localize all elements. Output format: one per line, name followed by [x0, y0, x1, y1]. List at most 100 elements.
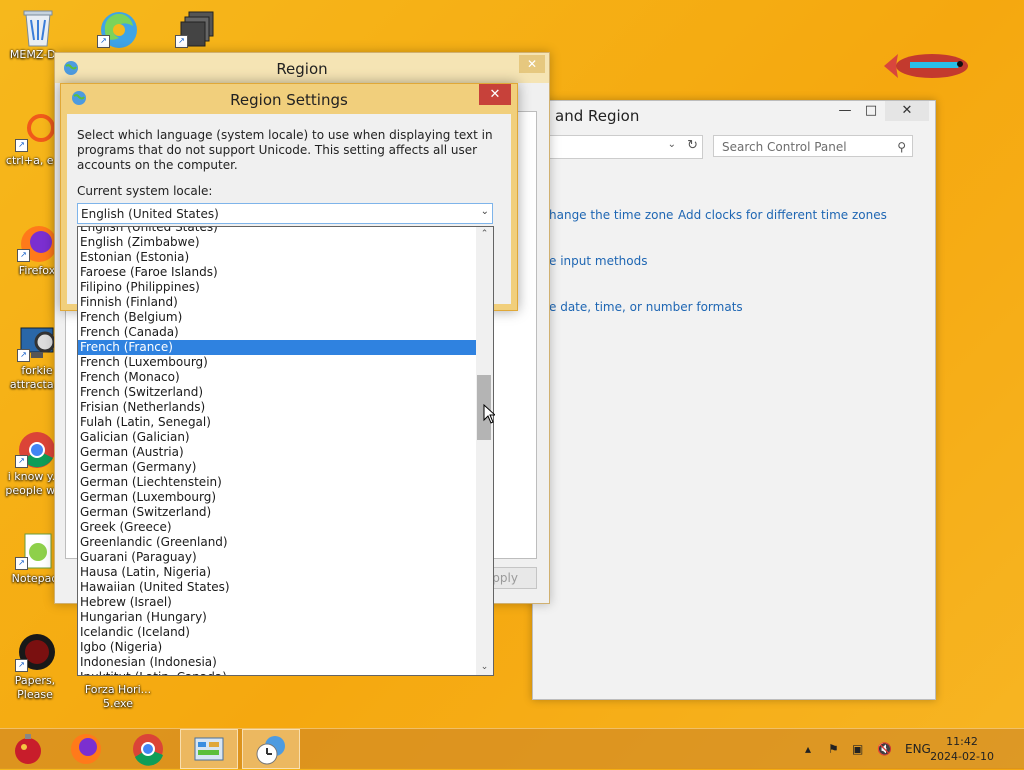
shortcut-arrow-icon: ↗ — [15, 455, 28, 468]
locale-option[interactable]: Greek (Greece) — [78, 520, 478, 535]
locale-option[interactable]: Hausa (Latin, Nigeria) — [78, 565, 478, 580]
close-button[interactable]: ✕ — [885, 101, 929, 121]
locale-option[interactable]: French (Switzerland) — [78, 385, 478, 400]
locale-option[interactable]: Icelandic (Iceland) — [78, 625, 478, 640]
address-bar[interactable]: ⌄ ↻ — [541, 135, 703, 159]
locale-option[interactable]: Hawaiian (United States) — [78, 580, 478, 595]
action-center-flag-icon[interactable]: ⚑ — [828, 729, 839, 769]
desktop-icon-app[interactable]: ↗ — [160, 8, 230, 50]
chrome-icon: ↗ — [15, 428, 55, 468]
papers-please-icon: ↗ — [15, 632, 55, 672]
chrome-icon — [133, 734, 163, 766]
locale-dropdown-list[interactable]: English (United States) English (Zimbabwe… — [77, 226, 494, 676]
address-bar-area: ⌄ ↻ Search Control Panel ⚲ — [533, 129, 933, 165]
ornament-icon — [15, 734, 41, 764]
shortcut-arrow-icon: ↗ — [97, 35, 110, 48]
taskbar-chrome[interactable] — [118, 729, 176, 769]
locale-option[interactable]: Guarani (Paraguay) — [78, 550, 478, 565]
locale-option[interactable]: English (Zimbabwe) — [78, 235, 478, 250]
control-panel-titlebar[interactable]: and Region — □ ✕ — [533, 101, 935, 129]
scroll-up-icon[interactable]: ⌃ — [476, 227, 493, 242]
taskbar-firefox[interactable] — [56, 729, 114, 769]
recycle-bin-icon — [18, 6, 58, 47]
app-icon: ↗ — [175, 8, 215, 48]
shortcut-arrow-icon: ↗ — [15, 139, 28, 152]
link-formats[interactable]: e date, time, or number formats — [549, 300, 743, 314]
locale-option[interactable]: Indonesian (Indonesia) — [78, 655, 478, 670]
shortcut-arrow-icon: ↗ — [175, 35, 188, 48]
locale-option[interactable]: Hungarian (Hungary) — [78, 610, 478, 625]
locale-option[interactable]: Galician (Galician) — [78, 430, 478, 445]
settings-app-icon: ↗ — [17, 322, 57, 362]
locale-option[interactable]: French (France) — [78, 340, 478, 355]
link-input-methods[interactable]: e input methods — [549, 254, 647, 268]
maximize-button[interactable]: □ — [861, 101, 881, 121]
locale-option[interactable]: Filipino (Philippines) — [78, 280, 478, 295]
ctrl-a-icon: ↗ — [15, 112, 55, 152]
region-titlebar[interactable]: Region ✕ — [55, 53, 549, 83]
locale-option[interactable]: French (Belgium) — [78, 310, 478, 325]
desktop: { "desktop": { "icons": [ {"name": "recy… — [0, 0, 1024, 769]
locale-option[interactable]: Inuktitut (Latin, Canada) — [78, 670, 478, 675]
locale-option[interactable]: Faroese (Faroe Islands) — [78, 265, 478, 280]
system-locale-select[interactable]: English (United States) ⌄ — [77, 203, 493, 224]
locale-option[interactable]: Finnish (Finland) — [78, 295, 478, 310]
locale-option[interactable]: English (United States) — [78, 227, 478, 235]
show-hidden-icons[interactable]: ▴ — [805, 729, 811, 769]
taskbar-control-panel[interactable] — [180, 729, 238, 769]
locale-option[interactable]: German (Switzerland) — [78, 505, 478, 520]
locale-option[interactable]: Hebrew (Israel) — [78, 595, 478, 610]
volume-muted-icon[interactable]: 🔇 — [877, 729, 892, 769]
fish-icon — [880, 48, 978, 84]
clock-time: 11:42 — [946, 735, 978, 748]
scrollbar[interactable]: ⌃ ⌄ — [476, 227, 493, 675]
notepad-icon: ↗ — [15, 530, 55, 570]
firefox-icon: ↗ — [17, 222, 57, 262]
taskbar-region[interactable] — [242, 729, 300, 769]
locale-option[interactable]: Estonian (Estonia) — [78, 250, 478, 265]
desktop-icon-forza-label[interactable]: Forza Hori... 5.exe — [78, 683, 158, 711]
locale-option[interactable]: German (Liechtenstein) — [78, 475, 478, 490]
search-input[interactable]: Search Control Panel ⚲ — [713, 135, 913, 157]
locale-option[interactable]: French (Canada) — [78, 325, 478, 340]
window-title: and Region — [555, 107, 640, 125]
search-placeholder: Search Control Panel — [722, 140, 847, 154]
locale-option[interactable]: Fulah (Latin, Senegal) — [78, 415, 478, 430]
locale-label: Current system locale: — [77, 184, 213, 198]
scroll-down-icon[interactable]: ⌄ — [476, 660, 493, 675]
taskbar-start-app[interactable] — [0, 729, 58, 769]
shortcut-arrow-icon: ↗ — [17, 249, 30, 262]
chevron-down-icon[interactable]: ⌄ — [668, 139, 676, 150]
close-button[interactable]: ✕ — [519, 55, 545, 73]
locale-description: Select which language (system locale) to… — [77, 128, 493, 172]
desktop-icon-papers-please[interactable]: ↗ Papers, Please — [0, 632, 70, 702]
locale-option[interactable]: German (Luxembourg) — [78, 490, 478, 505]
network-icon[interactable]: ▣ — [852, 729, 863, 769]
desktop-icon-edge[interactable]: ↗ — [82, 8, 152, 50]
refresh-icon[interactable]: ↻ — [687, 138, 698, 153]
minimize-button[interactable]: — — [835, 101, 855, 121]
edge-icon: ↗ — [97, 8, 137, 48]
language-indicator[interactable]: ENG — [905, 729, 931, 769]
firefox-icon — [71, 734, 101, 764]
desktop-icon-label: Forza Hori... 5.exe — [84, 683, 152, 710]
close-button[interactable]: ✕ — [479, 84, 511, 105]
locale-option[interactable]: German (Germany) — [78, 460, 478, 475]
link-add-clocks[interactable]: Add clocks for different time zones — [678, 208, 887, 222]
shortcut-arrow-icon: ↗ — [17, 349, 30, 362]
locale-option[interactable]: French (Monaco) — [78, 370, 478, 385]
clock[interactable]: 11:42 2024-02-10 — [930, 734, 994, 764]
locale-option[interactable]: Greenlandic (Greenland) — [78, 535, 478, 550]
control-panel-icon — [194, 737, 224, 761]
mouse-cursor-icon — [483, 403, 497, 427]
locale-option[interactable]: French (Luxembourg) — [78, 355, 478, 370]
locale-option[interactable]: Igbo (Nigeria) — [78, 640, 478, 655]
control-panel-window: and Region — □ ✕ ⌄ ↻ Search Control Pane… — [532, 100, 936, 700]
selected-locale: English (United States) — [81, 207, 219, 221]
desktop-icon-label: Papers, Please — [14, 674, 56, 701]
locale-option[interactable]: Frisian (Netherlands) — [78, 400, 478, 415]
locale-option[interactable]: German (Austria) — [78, 445, 478, 460]
chevron-down-icon[interactable]: ⌄ — [481, 206, 489, 217]
region-settings-title: Region Settings — [230, 91, 348, 109]
link-change-time-zone[interactable]: hange the time zone — [549, 208, 673, 222]
